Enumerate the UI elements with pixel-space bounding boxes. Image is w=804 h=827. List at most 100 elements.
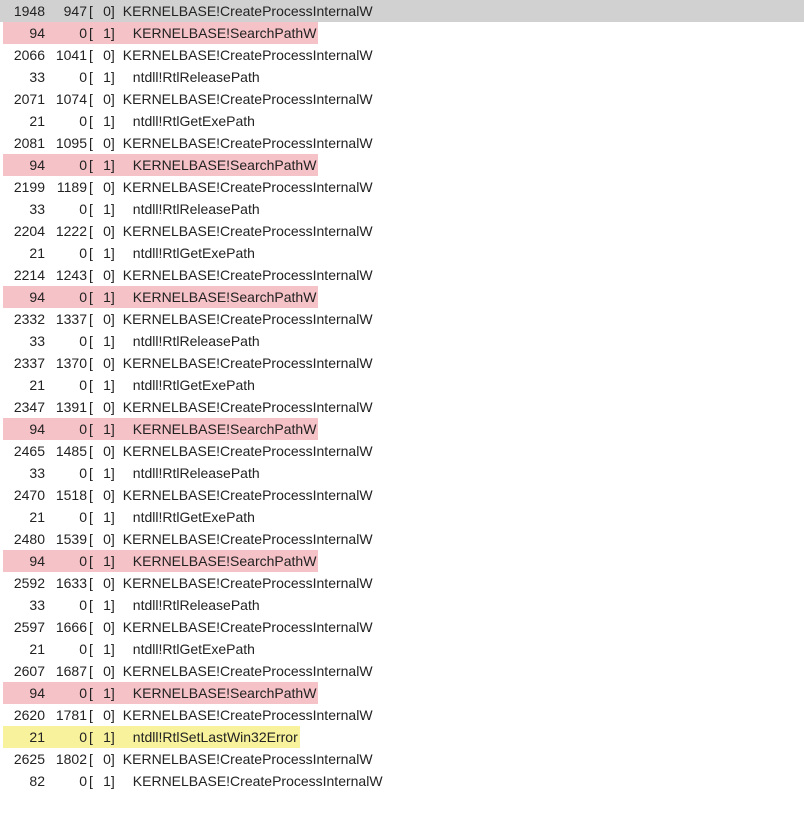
trace-row[interactable]: 210 [1] ntdll!RtlGetExePath: [0, 110, 804, 132]
trace-col-depth: 1: [93, 726, 111, 748]
trace-row-content: 20811095 [0] KERNELBASE!CreateProcessInt…: [3, 132, 375, 154]
trace-col-addr: 21: [5, 374, 47, 396]
trace-row-content: 940 [1] KERNELBASE!SearchPathW: [3, 22, 318, 44]
trace-row[interactable]: 23471391 [0] KERNELBASE!CreateProcessInt…: [0, 396, 804, 418]
trace-row[interactable]: 24701518 [0] KERNELBASE!CreateProcessInt…: [0, 484, 804, 506]
trace-col-addr: 2071: [5, 88, 47, 110]
trace-col-depth: 1: [93, 110, 111, 132]
trace-row[interactable]: 26071687 [0] KERNELBASE!CreateProcessInt…: [0, 660, 804, 682]
trace-col-depth: 0: [93, 88, 111, 110]
trace-row-content: 24651485 [0] KERNELBASE!CreateProcessInt…: [3, 440, 375, 462]
trace-col-function: ntdll!RtlReleasePath: [115, 462, 260, 484]
trace-col-offset: 1095: [47, 132, 89, 154]
trace-row[interactable]: 820 [1] KERNELBASE!CreateProcessInternal…: [0, 770, 804, 792]
trace-col-depth: 0: [93, 484, 111, 506]
trace-col-depth: 1: [93, 154, 111, 176]
trace-row[interactable]: 330 [1] ntdll!RtlReleasePath: [0, 330, 804, 352]
trace-col-addr: 2470: [5, 484, 47, 506]
trace-row[interactable]: 1948947 [0] KERNELBASE!CreateProcessInte…: [0, 0, 804, 22]
trace-row[interactable]: 25921633 [0] KERNELBASE!CreateProcessInt…: [0, 572, 804, 594]
trace-row[interactable]: 24801539 [0] KERNELBASE!CreateProcessInt…: [0, 528, 804, 550]
trace-col-function: KERNELBASE!CreateProcessInternalW: [115, 660, 373, 682]
trace-col-offset: 0: [47, 154, 89, 176]
trace-row[interactable]: 20811095 [0] KERNELBASE!CreateProcessInt…: [0, 132, 804, 154]
trace-row-content: 210 [1] ntdll!RtlGetExePath: [3, 242, 257, 264]
trace-col-offset: 1485: [47, 440, 89, 462]
trace-row-content: 22041222 [0] KERNELBASE!CreateProcessInt…: [3, 220, 375, 242]
trace-col-addr: 94: [5, 682, 47, 704]
trace-col-depth: 1: [93, 66, 111, 88]
trace-col-function: KERNELBASE!CreateProcessInternalW: [115, 704, 373, 726]
trace-col-addr: 2465: [5, 440, 47, 462]
trace-col-addr: 94: [5, 22, 47, 44]
trace-col-depth: 1: [93, 550, 111, 572]
trace-row[interactable]: 210 [1] ntdll!RtlGetExePath: [0, 506, 804, 528]
trace-col-depth: 0: [93, 572, 111, 594]
trace-row[interactable]: 940 [1] KERNELBASE!SearchPathW: [0, 550, 804, 572]
trace-col-function: KERNELBASE!CreateProcessInternalW: [115, 396, 373, 418]
trace-col-depth: 1: [93, 638, 111, 660]
trace-row[interactable]: 23321337 [0] KERNELBASE!CreateProcessInt…: [0, 308, 804, 330]
trace-row[interactable]: 20661041 [0] KERNELBASE!CreateProcessInt…: [0, 44, 804, 66]
trace-row[interactable]: 330 [1] ntdll!RtlReleasePath: [0, 462, 804, 484]
trace-col-function: KERNELBASE!CreateProcessInternalW: [115, 616, 373, 638]
trace-row[interactable]: 330 [1] ntdll!RtlReleasePath: [0, 198, 804, 220]
trace-col-depth: 0: [93, 176, 111, 198]
trace-col-function: KERNELBASE!CreateProcessInternalW: [115, 88, 373, 110]
trace-row[interactable]: 26201781 [0] KERNELBASE!CreateProcessInt…: [0, 704, 804, 726]
trace-row[interactable]: 24651485 [0] KERNELBASE!CreateProcessInt…: [0, 440, 804, 462]
trace-col-addr: 94: [5, 418, 47, 440]
trace-row[interactable]: 940 [1] KERNELBASE!SearchPathW: [0, 154, 804, 176]
trace-row[interactable]: 23371370 [0] KERNELBASE!CreateProcessInt…: [0, 352, 804, 374]
trace-row[interactable]: 25971666 [0] KERNELBASE!CreateProcessInt…: [0, 616, 804, 638]
trace-col-offset: 0: [47, 242, 89, 264]
trace-row[interactable]: 940 [1] KERNELBASE!SearchPathW: [0, 286, 804, 308]
trace-row[interactable]: 26251802 [0] KERNELBASE!CreateProcessInt…: [0, 748, 804, 770]
trace-col-addr: 33: [5, 462, 47, 484]
trace-col-addr: 1948: [5, 0, 47, 22]
trace-row[interactable]: 210 [1] ntdll!RtlGetExePath: [0, 374, 804, 396]
trace-row-content: 26201781 [0] KERNELBASE!CreateProcessInt…: [3, 704, 375, 726]
trace-row-content: 25971666 [0] KERNELBASE!CreateProcessInt…: [3, 616, 375, 638]
trace-col-function: KERNELBASE!CreateProcessInternalW: [115, 748, 373, 770]
trace-row[interactable]: 22141243 [0] KERNELBASE!CreateProcessInt…: [0, 264, 804, 286]
trace-row-content: 20711074 [0] KERNELBASE!CreateProcessInt…: [3, 88, 375, 110]
trace-row[interactable]: 330 [1] ntdll!RtlReleasePath: [0, 66, 804, 88]
trace-col-depth: 1: [93, 418, 111, 440]
trace-col-depth: 0: [93, 528, 111, 550]
trace-row-content: 20661041 [0] KERNELBASE!CreateProcessInt…: [3, 44, 375, 66]
trace-col-addr: 21: [5, 726, 47, 748]
trace-col-depth: 0: [93, 352, 111, 374]
trace-col-depth: 1: [93, 682, 111, 704]
trace-col-offset: 1802: [47, 748, 89, 770]
trace-row-content: 26251802 [0] KERNELBASE!CreateProcessInt…: [3, 748, 375, 770]
trace-col-offset: 1687: [47, 660, 89, 682]
trace-row-content: 940 [1] KERNELBASE!SearchPathW: [3, 286, 318, 308]
trace-row[interactable]: 21991189 [0] KERNELBASE!CreateProcessInt…: [0, 176, 804, 198]
trace-col-offset: 0: [47, 330, 89, 352]
trace-row[interactable]: 210 [1] ntdll!RtlGetExePath: [0, 242, 804, 264]
trace-row[interactable]: 210 [1] ntdll!RtlGetExePath: [0, 638, 804, 660]
trace-col-offset: 1243: [47, 264, 89, 286]
trace-col-offset: 1337: [47, 308, 89, 330]
trace-col-offset: 1074: [47, 88, 89, 110]
trace-col-addr: 33: [5, 594, 47, 616]
trace-row[interactable]: 210 [1] ntdll!RtlSetLastWin32Error: [0, 726, 804, 748]
trace-row-content: 23371370 [0] KERNELBASE!CreateProcessInt…: [3, 352, 375, 374]
trace-col-function: KERNELBASE!CreateProcessInternalW: [115, 352, 373, 374]
trace-row[interactable]: 940 [1] KERNELBASE!SearchPathW: [0, 682, 804, 704]
trace-row[interactable]: 940 [1] KERNELBASE!SearchPathW: [0, 418, 804, 440]
trace-row-content: 210 [1] ntdll!RtlSetLastWin32Error: [3, 726, 300, 748]
trace-col-addr: 2204: [5, 220, 47, 242]
trace-col-depth: 1: [93, 506, 111, 528]
trace-col-function: ntdll!RtlGetExePath: [115, 242, 255, 264]
trace-col-depth: 0: [93, 132, 111, 154]
trace-col-function: ntdll!RtlReleasePath: [115, 198, 260, 220]
trace-row[interactable]: 940 [1] KERNELBASE!SearchPathW: [0, 22, 804, 44]
trace-col-depth: 1: [93, 594, 111, 616]
trace-col-addr: 2620: [5, 704, 47, 726]
trace-row[interactable]: 20711074 [0] KERNELBASE!CreateProcessInt…: [0, 88, 804, 110]
trace-row[interactable]: 330 [1] ntdll!RtlReleasePath: [0, 594, 804, 616]
trace-col-offset: 0: [47, 22, 89, 44]
trace-row[interactable]: 22041222 [0] KERNELBASE!CreateProcessInt…: [0, 220, 804, 242]
